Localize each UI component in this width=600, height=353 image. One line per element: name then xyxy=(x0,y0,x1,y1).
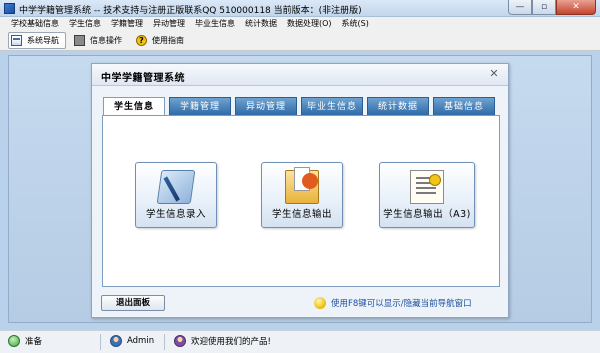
status-user-text: Admin xyxy=(127,336,155,346)
student-info-entry-button[interactable]: 学生信息录入 xyxy=(135,162,217,228)
dialog-close-icon[interactable]: ✕ xyxy=(488,68,500,80)
minimize-button[interactable]: — xyxy=(508,0,532,15)
tab-basic-info[interactable]: 基础信息 xyxy=(433,97,495,115)
menu-statistics[interactable]: 统计数据 xyxy=(240,17,282,31)
menu-student-info[interactable]: 学生信息 xyxy=(64,17,106,31)
tab-registration[interactable]: 学籍管理 xyxy=(169,97,231,115)
status-bar: 准备 Admin 欢迎使用我们的产品! xyxy=(0,330,600,353)
button-label: 学生信息输出 xyxy=(271,209,332,220)
toolbar-system-navigation[interactable]: 系统导航 xyxy=(8,32,66,49)
navigation-dialog: 中学学籍管理系统 ✕ 学生信息 学籍管理 异动管理 毕业生信息 统计数据 基础信… xyxy=(91,63,509,318)
window-controls: — ▫ ✕ xyxy=(508,0,596,16)
tab-student-info[interactable]: 学生信息 xyxy=(103,97,165,116)
maximize-button[interactable]: ▫ xyxy=(532,0,556,15)
button-label: 学生信息输出（A3) xyxy=(383,209,471,220)
menu-registration[interactable]: 学籍管理 xyxy=(106,17,148,31)
menu-data-processing[interactable]: 数据处理(O) xyxy=(282,17,337,31)
status-divider xyxy=(100,334,101,350)
student-info-output-a3-button[interactable]: 学生信息输出（A3) xyxy=(379,162,475,228)
info-operation-icon xyxy=(74,35,85,46)
button-label: 学生信息录入 xyxy=(145,209,206,220)
hint-text: 使用F8键可以显示/隐藏当前导航窗口 xyxy=(331,299,472,309)
dialog-title: 中学学籍管理系统 xyxy=(101,73,185,84)
status-welcome: 欢迎使用我们的产品! xyxy=(174,335,271,347)
menu-transfer[interactable]: 异动管理 xyxy=(148,17,190,31)
menu-bar: 学校基础信息 学生信息 学籍管理 异动管理 毕业生信息 统计数据 数据处理(O)… xyxy=(0,17,600,31)
f8-hint: 使用F8键可以显示/隐藏当前导航窗口 xyxy=(314,297,472,309)
tab-transfer[interactable]: 异动管理 xyxy=(235,97,297,115)
dialog-tabs: 学生信息 学籍管理 异动管理 毕业生信息 统计数据 基础信息 xyxy=(103,97,499,116)
user-icon xyxy=(110,335,122,347)
status-user: Admin xyxy=(110,335,154,347)
ready-icon xyxy=(8,335,20,347)
tab-graduate[interactable]: 毕业生信息 xyxy=(301,97,363,115)
student-info-output-button[interactable]: 学生信息输出 xyxy=(261,162,343,228)
exit-panel-button[interactable]: 退出面板 xyxy=(101,295,165,311)
tab-panel: 学生信息录入 学生信息输出 学生信息输出（A3) xyxy=(102,115,500,287)
status-ready-text: 准备 xyxy=(25,337,43,347)
menu-system[interactable]: 系统(S) xyxy=(337,17,374,31)
toolbar-label: 使用指南 xyxy=(152,36,184,45)
status-divider xyxy=(164,334,165,350)
status-ready: 准备 xyxy=(8,335,42,347)
window-titlebar: 中学学籍管理系统 -- 技术支持与注册正版联系QQ 510000118 当前版本… xyxy=(0,0,600,17)
menu-school-info[interactable]: 学校基础信息 xyxy=(6,17,64,31)
tab-statistics[interactable]: 统计数据 xyxy=(367,97,429,115)
welcome-icon xyxy=(174,335,186,347)
toolbar-user-guide[interactable]: ? 使用指南 xyxy=(134,32,190,49)
help-icon: ? xyxy=(136,35,147,46)
pen-notepad-icon xyxy=(156,170,196,204)
folder-export-icon xyxy=(285,167,319,204)
toolbar-info-operation[interactable]: 信息操作 xyxy=(72,32,128,49)
document-list-icon xyxy=(410,170,444,204)
menu-graduate[interactable]: 毕业生信息 xyxy=(190,17,240,31)
toolbar: 系统导航 信息操作 ? 使用指南 xyxy=(0,31,600,51)
app-icon xyxy=(4,3,15,14)
lightbulb-icon xyxy=(314,297,326,309)
navigation-icon xyxy=(11,35,22,46)
window-title: 中学学籍管理系统 -- 技术支持与注册正版联系QQ 510000118 当前版本… xyxy=(19,6,362,16)
dialog-titlebar: 中学学籍管理系统 ✕ xyxy=(92,64,508,86)
close-window-button[interactable]: ✕ xyxy=(556,0,596,15)
status-welcome-text: 欢迎使用我们的产品! xyxy=(191,337,271,347)
toolbar-label: 系统导航 xyxy=(27,36,59,45)
toolbar-label: 信息操作 xyxy=(90,36,122,45)
